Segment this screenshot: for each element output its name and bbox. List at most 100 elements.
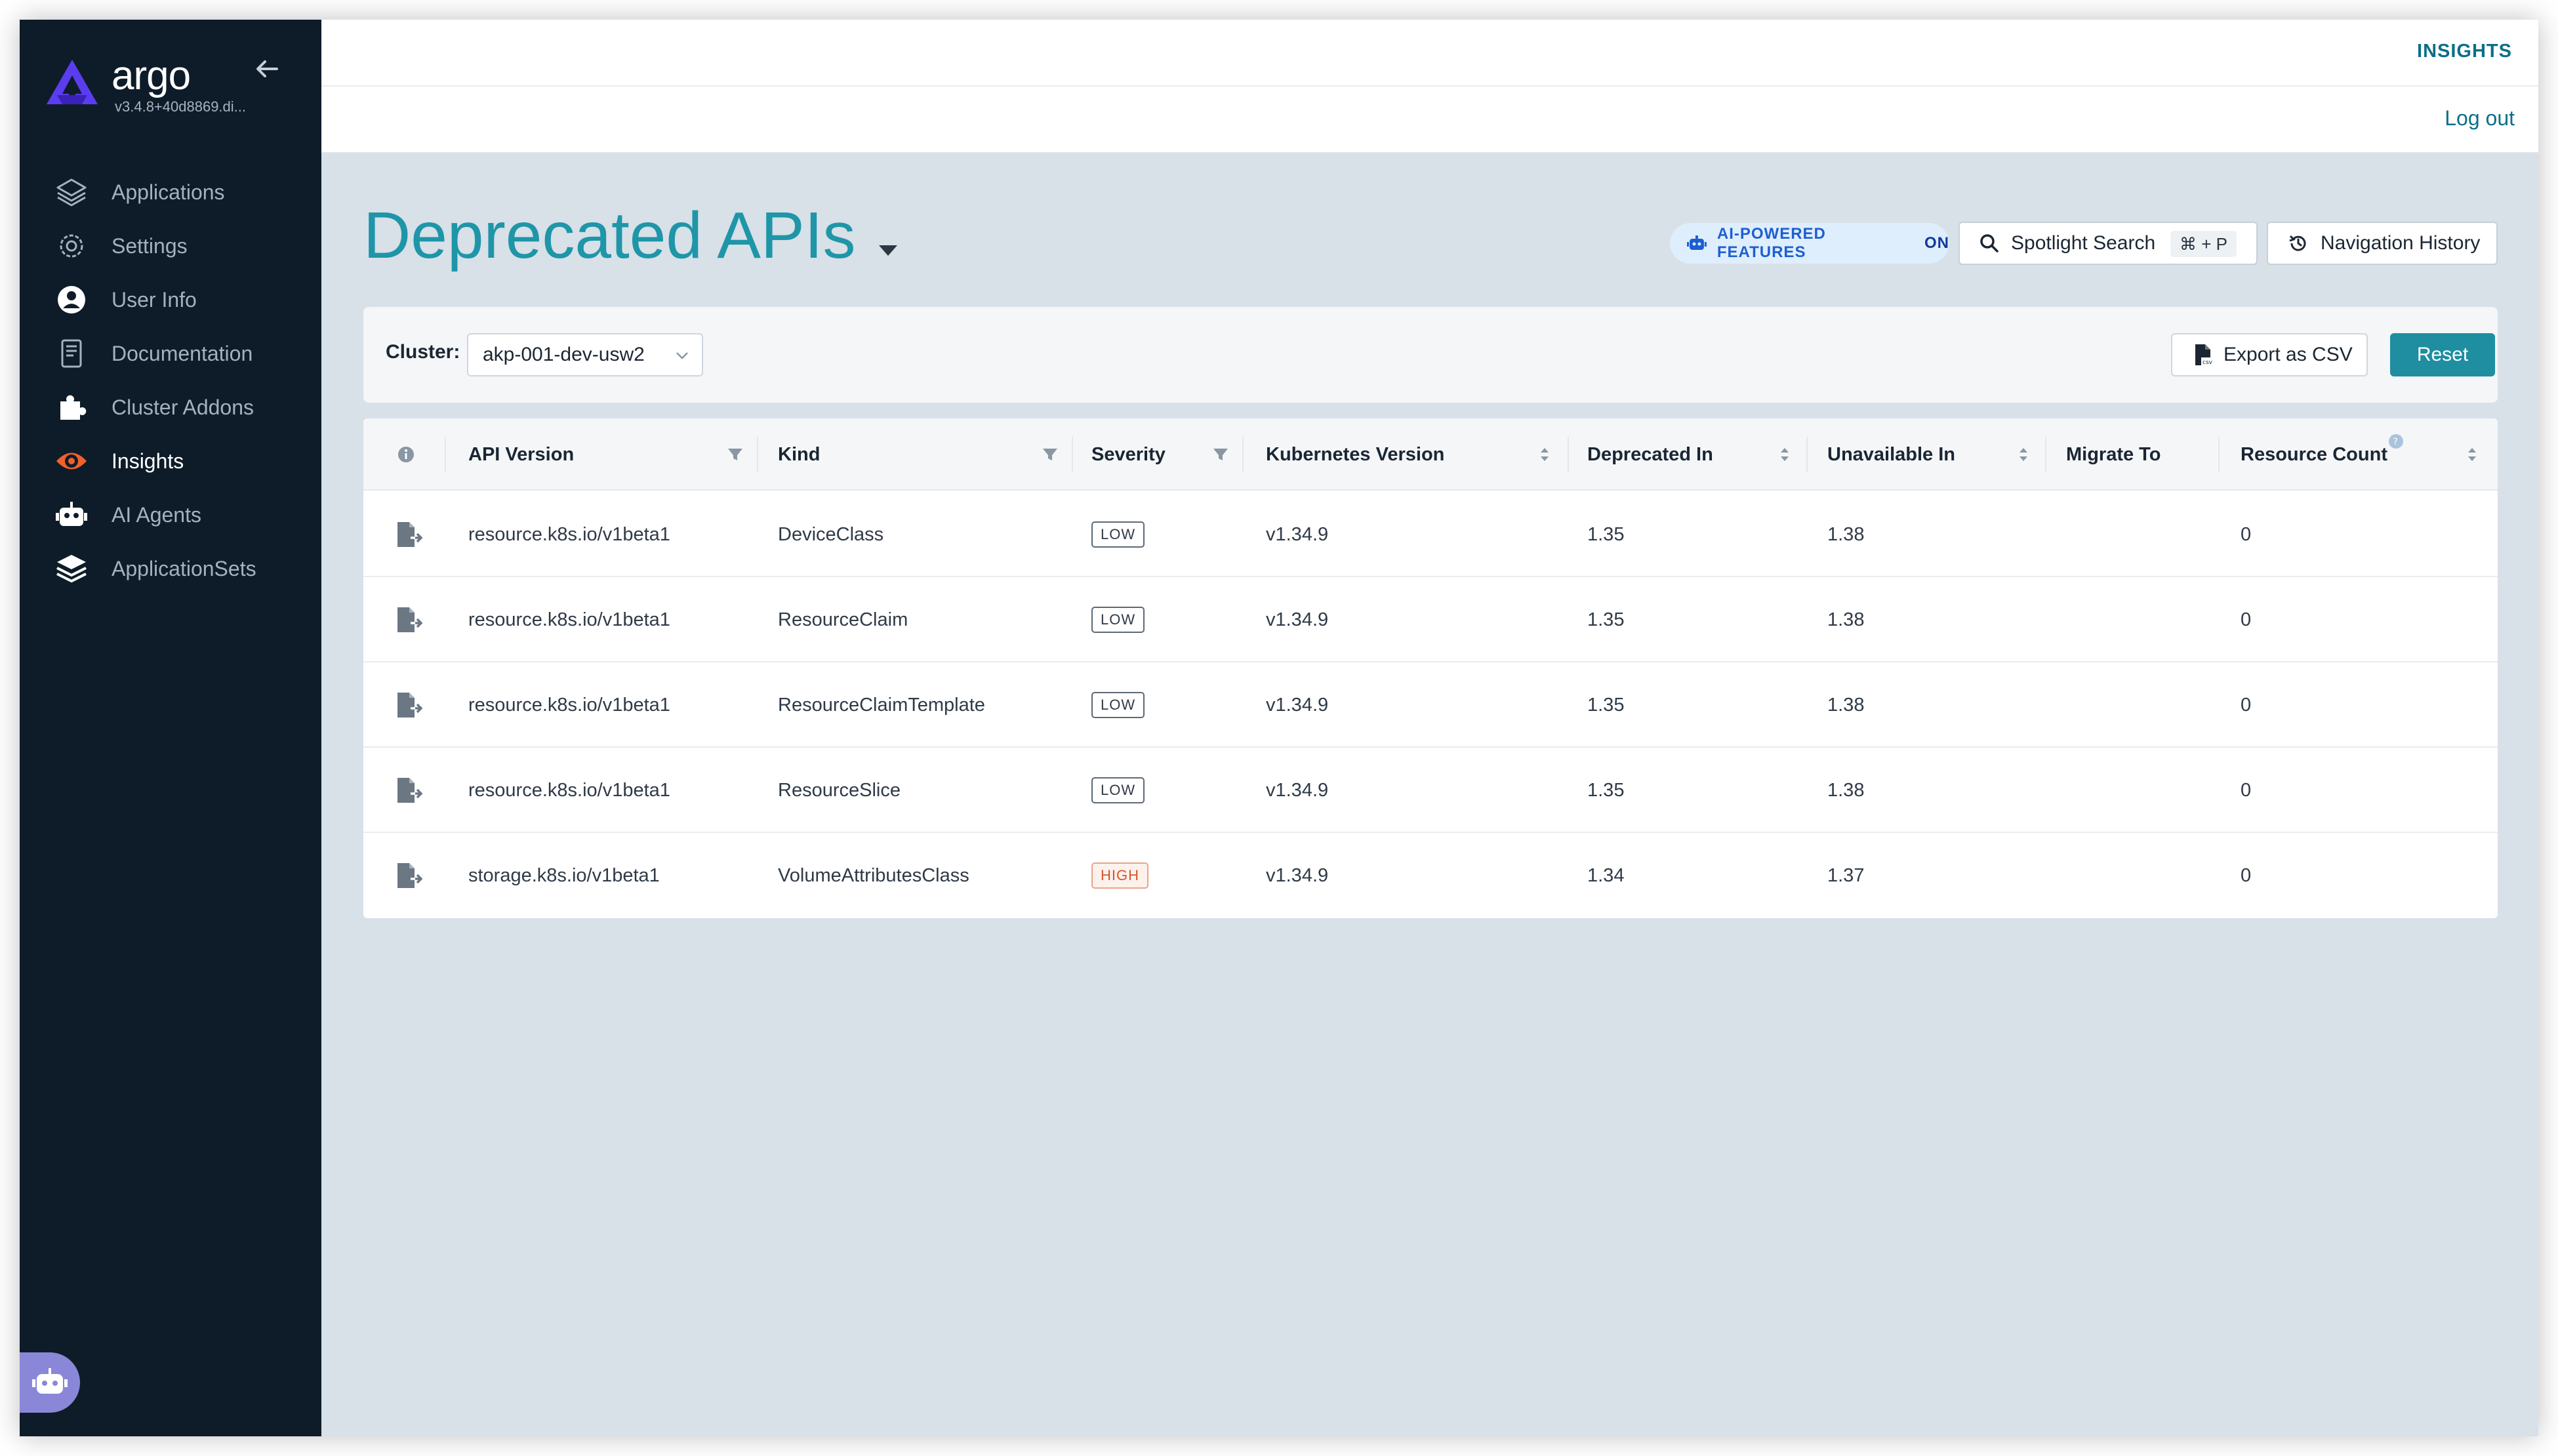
robot-icon <box>1687 235 1707 250</box>
cell-kubernetes-version: v1.34.9 <box>1266 609 1329 630</box>
column-header-unavailable-in[interactable]: Unavailable In <box>1827 418 1955 491</box>
cell-resource-count: 0 <box>2241 864 2252 886</box>
cell-kubernetes-version: v1.34.9 <box>1266 779 1329 801</box>
column-divider <box>445 437 446 472</box>
svg-text:?: ? <box>2393 437 2398 447</box>
eye-icon <box>56 453 87 470</box>
svg-text:csv: csv <box>2203 359 2213 366</box>
chevron-down-icon <box>676 352 688 359</box>
sidebar-item-label: Documentation <box>112 341 253 365</box>
cell-severity: HIGH <box>1091 833 1148 918</box>
cell-unavailable-in: 1.38 <box>1827 609 1865 630</box>
cell-kubernetes-version: v1.34.9 <box>1266 864 1329 886</box>
filter-bar: Cluster: akp-001-dev-usw2 csv Export as … <box>363 307 2498 403</box>
sidebar-item-cluster-addons[interactable]: Cluster Addons <box>20 380 321 434</box>
cluster-select[interactable]: akp-001-dev-usw2 <box>467 333 703 376</box>
insights-link[interactable]: INSIGHTS <box>2417 41 2512 62</box>
document-icon <box>61 339 82 368</box>
severity-badge: LOW <box>1091 521 1145 548</box>
filter-icon[interactable] <box>725 445 745 464</box>
spotlight-label: Spotlight Search <box>2011 232 2156 254</box>
column-divider <box>1568 437 1569 472</box>
column-header-migrate-to[interactable]: Migrate To <box>2066 418 2161 491</box>
ai-badge-state: ON <box>1924 234 1949 252</box>
sort-icon[interactable] <box>2014 445 2033 464</box>
cell-deprecated-in: 1.35 <box>1587 694 1625 716</box>
ai-assistant-button[interactable] <box>20 1352 80 1413</box>
ai-features-badge[interactable]: AI-POWERED FEATURES ON <box>1670 223 1949 264</box>
file-arrow-icon[interactable] <box>395 691 424 719</box>
column-header-kind[interactable]: Kind <box>778 418 820 491</box>
severity-badge: LOW <box>1091 692 1145 718</box>
help-icon[interactable]: ? <box>2387 433 2405 450</box>
table-row[interactable]: resource.k8s.io/v1beta1 ResourceClaim LO… <box>363 577 2498 662</box>
export-csv-button[interactable]: csv Export as CSV <box>2171 333 2368 376</box>
table-row[interactable]: resource.k8s.io/v1beta1 ResourceClaimTem… <box>363 662 2498 748</box>
version-label: v3.4.8+40d8869.di... <box>115 98 246 115</box>
column-header-kubernetes-version[interactable]: Kubernetes Version <box>1266 418 1444 491</box>
cell-unavailable-in: 1.38 <box>1827 779 1865 801</box>
sidebar-item-applications[interactable]: Applications <box>20 165 321 219</box>
app-window: argo v3.4.8+40d8869.di... Applications S… <box>20 20 2538 1436</box>
sidebar: argo v3.4.8+40d8869.di... Applications S… <box>20 20 321 1436</box>
file-arrow-icon[interactable] <box>395 862 424 889</box>
filter-icon[interactable] <box>1211 445 1230 464</box>
column-divider <box>2218 437 2220 472</box>
file-arrow-icon[interactable] <box>395 521 424 548</box>
brand-name: argo <box>112 53 191 98</box>
cell-resource-count: 0 <box>2241 779 2252 801</box>
info-icon[interactable] <box>396 445 416 464</box>
cell-deprecated-in: 1.35 <box>1587 779 1625 801</box>
keyboard-shortcut: ⌘ + P <box>2170 231 2237 257</box>
table-row[interactable]: resource.k8s.io/v1beta1 DeviceClass LOW … <box>363 492 2498 577</box>
top-bar: INSIGHTS Log out <box>321 20 2538 153</box>
severity-badge: HIGH <box>1091 862 1148 889</box>
sidebar-item-settings[interactable]: Settings <box>20 219 321 273</box>
argo-logo-icon[interactable] <box>43 56 102 108</box>
column-header-severity[interactable]: Severity <box>1091 418 1166 491</box>
navigation-history-label: Navigation History <box>2321 232 2481 254</box>
sort-icon[interactable] <box>1775 445 1795 464</box>
page-title[interactable]: Deprecated APIs <box>363 198 855 273</box>
table-row[interactable]: resource.k8s.io/v1beta1 ResourceSlice LO… <box>363 748 2498 833</box>
sidebar-item-label: AI Agents <box>112 502 201 527</box>
cell-kind: ResourceSlice <box>778 779 901 801</box>
cell-unavailable-in: 1.37 <box>1827 864 1865 886</box>
cell-api-version: storage.k8s.io/v1beta1 <box>468 864 660 886</box>
spotlight-search-button[interactable]: Spotlight Search ⌘ + P <box>1959 222 2258 265</box>
sidebar-item-documentation[interactable]: Documentation <box>20 327 321 380</box>
layers-icon <box>56 178 87 207</box>
column-divider <box>2045 437 2046 472</box>
sidebar-item-label: Settings <box>112 233 188 258</box>
collapse-arrow-icon[interactable] <box>251 52 283 85</box>
sort-icon[interactable] <box>1535 445 1554 464</box>
topbar-divider <box>321 85 2538 87</box>
caret-down-icon[interactable] <box>875 240 901 260</box>
sort-icon[interactable] <box>2462 445 2482 464</box>
navigation-history-button[interactable]: Navigation History <box>2267 222 2498 265</box>
cell-api-version: resource.k8s.io/v1beta1 <box>468 609 670 630</box>
filter-icon[interactable] <box>1040 445 1060 464</box>
robot-icon <box>32 1368 68 1394</box>
cell-deprecated-in: 1.35 <box>1587 523 1625 545</box>
column-header-api-version[interactable]: API Version <box>468 418 574 491</box>
cell-kind: DeviceClass <box>778 523 884 545</box>
logout-link[interactable]: Log out <box>2445 106 2515 131</box>
file-arrow-icon[interactable] <box>395 777 424 804</box>
cluster-value: akp-001-dev-usw2 <box>483 344 645 365</box>
table-row[interactable]: storage.k8s.io/v1beta1 VolumeAttributesC… <box>363 833 2498 918</box>
sidebar-item-user-info[interactable]: User Info <box>20 273 321 327</box>
sidebar-item-label: ApplicationSets <box>112 556 256 580</box>
sidebar-item-insights[interactable]: Insights <box>20 434 321 488</box>
sidebar-item-ai-agents[interactable]: AI Agents <box>20 488 321 542</box>
cell-severity: LOW <box>1091 577 1145 662</box>
column-header-resource-count[interactable]: Resource Count <box>2241 418 2387 491</box>
column-header-deprecated-in[interactable]: Deprecated In <box>1587 418 1713 491</box>
csv-file-icon: csv <box>2195 344 2214 366</box>
cell-kubernetes-version: v1.34.9 <box>1266 523 1329 545</box>
file-arrow-icon[interactable] <box>395 606 424 634</box>
cell-kind: VolumeAttributesClass <box>778 864 969 886</box>
sidebar-item-applicationsets[interactable]: ApplicationSets <box>20 542 321 596</box>
reset-button[interactable]: Reset <box>2390 333 2495 376</box>
ai-badge-label: AI-POWERED FEATURES <box>1716 225 1826 261</box>
